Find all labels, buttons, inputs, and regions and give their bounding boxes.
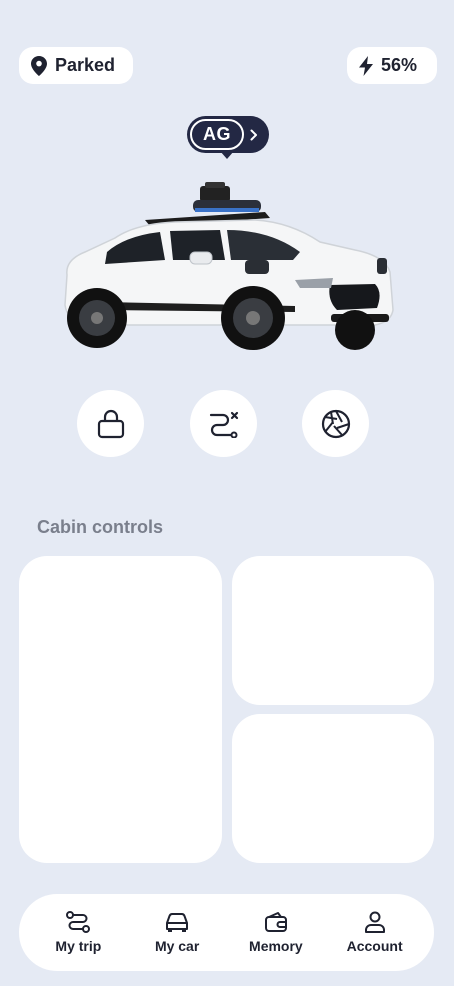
- tab-label: My car: [154, 938, 200, 954]
- lock-icon: [97, 409, 124, 438]
- wallet-icon: [264, 912, 287, 932]
- lock-button[interactable]: [77, 390, 144, 457]
- route-icon: [209, 411, 238, 438]
- route-button[interactable]: [190, 390, 257, 457]
- battery-pill[interactable]: 56%: [347, 47, 437, 84]
- car-image: [64, 182, 394, 350]
- car-icon: [166, 913, 189, 932]
- tab-label: My trip: [55, 938, 102, 954]
- person-icon: [364, 911, 385, 933]
- tab-account[interactable]: Account: [330, 911, 420, 954]
- camera-button[interactable]: [302, 390, 369, 457]
- battery-label: 56%: [381, 55, 418, 75]
- status-label: Parked: [55, 55, 116, 75]
- vehicle-id-pointer: [220, 151, 234, 159]
- tab-my-car[interactable]: My car: [132, 911, 222, 954]
- location-pin-icon: [31, 55, 47, 76]
- status-pill[interactable]: Parked: [19, 47, 133, 84]
- tab-memory[interactable]: Memory: [231, 911, 321, 954]
- tab-my-trip[interactable]: My trip: [33, 911, 123, 954]
- app-screen: Parked 56% AG Cabin controls My trip My …: [0, 0, 454, 986]
- route-icon: [66, 911, 91, 933]
- vehicle-id-badge: AG: [190, 119, 244, 150]
- cabin-controls-title: Cabin controls: [37, 517, 164, 537]
- cabin-control-card[interactable]: [232, 556, 434, 705]
- lightning-icon: [359, 55, 373, 76]
- bottom-tab-bar: My trip My car Memory Account: [19, 894, 434, 971]
- aperture-icon: [321, 409, 350, 438]
- chevron-right-icon: [250, 129, 257, 140]
- tab-label: Memory: [249, 938, 303, 954]
- cabin-control-card[interactable]: [232, 714, 434, 863]
- vehicle-id-button[interactable]: AG: [187, 116, 269, 153]
- cabin-control-card[interactable]: [19, 556, 222, 863]
- tab-label: Account: [346, 938, 403, 954]
